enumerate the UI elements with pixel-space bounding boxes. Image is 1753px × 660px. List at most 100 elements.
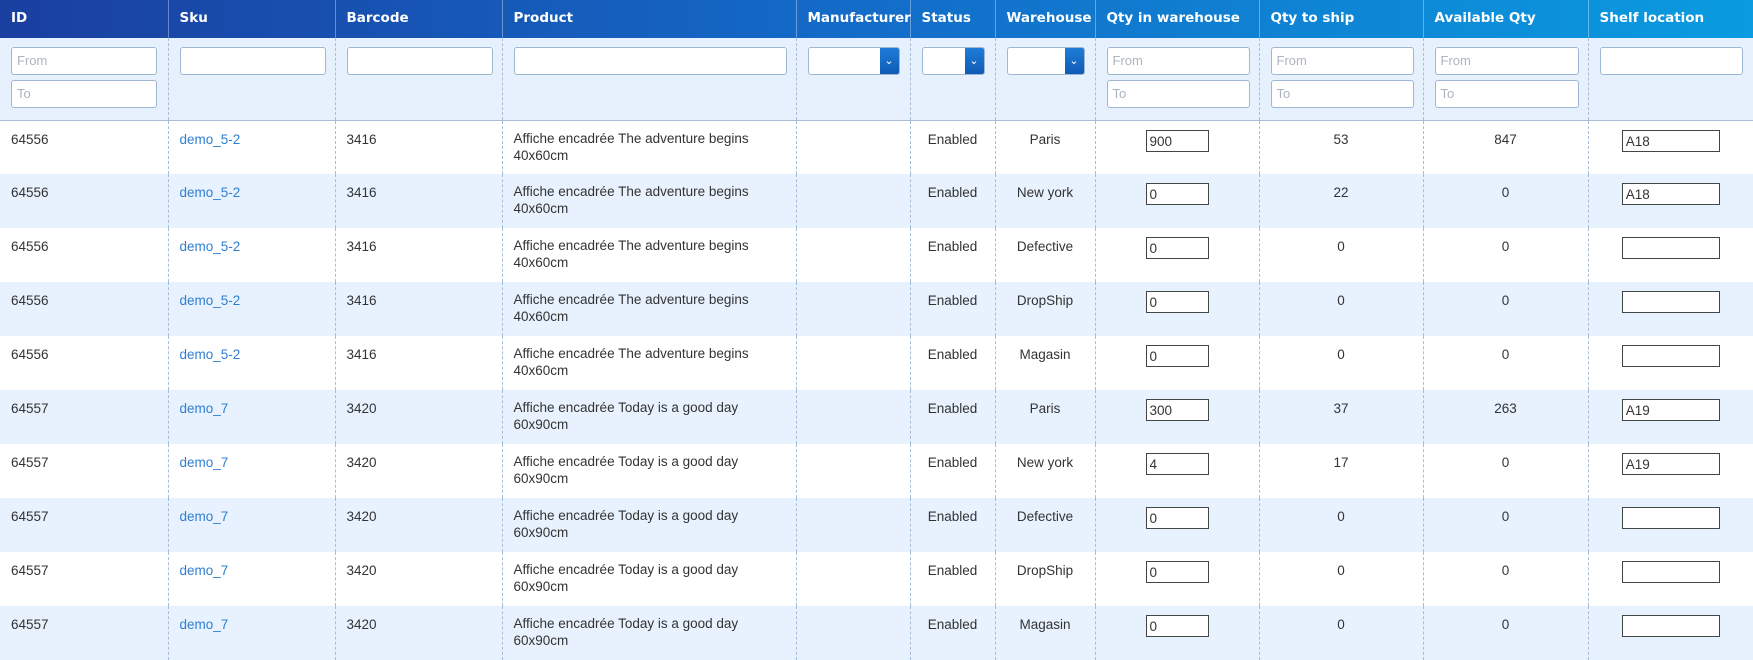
qty-in-warehouse-input[interactable]: 0 — [1145, 291, 1209, 313]
sku-link[interactable]: demo_5-2 — [180, 239, 241, 254]
sku-link[interactable]: demo_5-2 — [180, 293, 241, 308]
qty-in-warehouse-input[interactable]: 0 — [1145, 345, 1209, 367]
cell-product: Affiche encadrée Today is a good day 60x… — [502, 444, 797, 498]
manufacturer-filter-select[interactable]: ⌄ — [807, 47, 900, 75]
cell-available-qty: 0 — [1423, 552, 1589, 606]
qty-in-warehouse-input[interactable]: 0 — [1145, 237, 1209, 259]
cell-available-qty: 0 — [1423, 336, 1589, 390]
cell-id: 64556 — [0, 120, 169, 174]
shelf-location-input[interactable] — [1621, 507, 1720, 529]
cell-product: Affiche encadrée Today is a good day 60x… — [502, 390, 797, 444]
cell-status: Enabled — [910, 174, 996, 228]
sku-link[interactable]: demo_7 — [180, 509, 229, 524]
table-row: 64556 demo_5-2 3416 Affiche encadrée The ad… — [0, 228, 1753, 282]
cell-available-qty: 0 — [1423, 444, 1589, 498]
cell-product: Affiche encadrée Today is a good day 60x… — [502, 552, 797, 606]
cell-qty-to-ship: 0 — [1259, 552, 1424, 606]
available-filter-from[interactable]: From — [1434, 47, 1579, 75]
cell-barcode: 3416 — [335, 228, 503, 282]
cell-id: 64556 — [0, 228, 169, 282]
column-header-shelf-location[interactable]: Shelf location — [1588, 0, 1753, 38]
shelf-location-input[interactable] — [1621, 345, 1720, 367]
column-header-manufacturer[interactable]: Manufacturer — [796, 0, 911, 38]
cell-shelf-location: A19 — [1588, 390, 1753, 444]
shelf-location-input[interactable]: A19 — [1621, 399, 1720, 421]
cell-id: 64557 — [0, 390, 169, 444]
cell-sku: demo_5-2 — [168, 174, 336, 228]
qty-in-warehouse-input[interactable]: 0 — [1145, 615, 1209, 637]
table-row: 64556 demo_5-2 3416 Affiche encadrée The ad… — [0, 174, 1753, 228]
qty-ship-filter-to[interactable]: To — [1270, 80, 1414, 108]
cell-qty-to-ship: 53 — [1259, 120, 1424, 174]
sku-link[interactable]: demo_7 — [180, 455, 229, 470]
qty-in-warehouse-input[interactable]: 0 — [1145, 183, 1209, 205]
cell-shelf-location: A18 — [1588, 120, 1753, 174]
column-header-qty-in-warehouse[interactable]: Qty in warehouse — [1095, 0, 1260, 38]
cell-shelf-location — [1588, 498, 1753, 552]
qty-in-warehouse-input[interactable]: 0 — [1145, 561, 1209, 583]
qty-in-warehouse-input[interactable]: 0 — [1145, 507, 1209, 529]
barcode-filter-input[interactable] — [346, 47, 493, 75]
cell-qty-in-warehouse: 300 — [1095, 390, 1260, 444]
shelf-filter-input[interactable] — [1599, 47, 1743, 75]
id-filter-to[interactable]: To — [11, 80, 157, 108]
sku-link[interactable]: demo_7 — [180, 401, 229, 416]
chevron-down-icon[interactable]: ⌄ — [1064, 48, 1084, 74]
chevron-down-icon[interactable]: ⌄ — [964, 48, 984, 74]
column-header-qty-to-ship[interactable]: Qty to ship — [1259, 0, 1424, 38]
sku-link[interactable]: demo_5-2 — [180, 347, 241, 362]
cell-qty-to-ship: 0 — [1259, 498, 1424, 552]
cell-barcode: 3420 — [335, 552, 503, 606]
shelf-location-input[interactable] — [1621, 291, 1720, 313]
cell-manufacturer — [796, 552, 911, 606]
qty-in-warehouse-input[interactable]: 4 — [1145, 453, 1209, 475]
status-filter-select[interactable]: ⌄ — [921, 47, 985, 75]
available-filter-to[interactable]: To — [1434, 80, 1579, 108]
chevron-down-icon[interactable]: ⌄ — [879, 48, 899, 74]
table-row: 64557 demo_7 3420 Affiche encadrée Today is… — [0, 444, 1753, 498]
cell-status: Enabled — [910, 336, 996, 390]
cell-warehouse: Defective — [995, 498, 1096, 552]
qty-warehouse-filter-to[interactable]: To — [1106, 80, 1250, 108]
cell-id: 64557 — [0, 444, 169, 498]
cell-product: Affiche encadrée The adventure begins 40… — [502, 282, 797, 336]
cell-qty-in-warehouse: 0 — [1095, 174, 1260, 228]
shelf-location-input[interactable] — [1621, 615, 1720, 637]
cell-barcode: 3416 — [335, 174, 503, 228]
column-header-sku[interactable]: Sku — [168, 0, 336, 38]
cell-shelf-location: A19 — [1588, 444, 1753, 498]
cell-barcode: 3416 — [335, 336, 503, 390]
qty-ship-filter-from[interactable]: From — [1270, 47, 1414, 75]
column-header-status[interactable]: Status — [910, 0, 996, 38]
cell-barcode: 3420 — [335, 444, 503, 498]
qty-in-warehouse-input[interactable]: 300 — [1145, 399, 1209, 421]
cell-status: Enabled — [910, 498, 996, 552]
cell-manufacturer — [796, 336, 911, 390]
qty-in-warehouse-input[interactable]: 900 — [1145, 129, 1209, 152]
column-header-product[interactable]: Product — [502, 0, 797, 38]
shelf-location-input[interactable] — [1621, 561, 1720, 583]
shelf-location-input[interactable] — [1621, 237, 1720, 259]
cell-warehouse: DropShip — [995, 552, 1096, 606]
sku-link[interactable]: demo_7 — [180, 617, 229, 632]
shelf-location-input[interactable]: A18 — [1621, 183, 1720, 205]
sku-filter-input[interactable] — [179, 47, 326, 75]
column-header-warehouse[interactable]: Warehouse — [995, 0, 1096, 38]
shelf-location-input[interactable]: A19 — [1621, 453, 1720, 475]
cell-barcode: 3420 — [335, 498, 503, 552]
sku-link[interactable]: demo_7 — [180, 563, 229, 578]
sku-link[interactable]: demo_5-2 — [180, 132, 241, 147]
cell-sku: demo_7 — [168, 390, 336, 444]
sku-link[interactable]: demo_5-2 — [180, 185, 241, 200]
product-filter-input[interactable] — [513, 47, 787, 75]
warehouse-filter-select[interactable]: ⌄ — [1006, 47, 1085, 75]
shelf-location-input[interactable]: A18 — [1621, 129, 1720, 152]
id-filter-from[interactable]: From — [11, 47, 157, 75]
column-header-available-qty[interactable]: Available Qty — [1423, 0, 1589, 38]
qty-warehouse-filter-from[interactable]: From — [1106, 47, 1250, 75]
cell-available-qty: 0 — [1423, 174, 1589, 228]
column-header-id[interactable]: ID — [0, 0, 169, 38]
cell-qty-to-ship: 0 — [1259, 282, 1424, 336]
column-header-barcode[interactable]: Barcode — [335, 0, 503, 38]
cell-sku: demo_7 — [168, 444, 336, 498]
